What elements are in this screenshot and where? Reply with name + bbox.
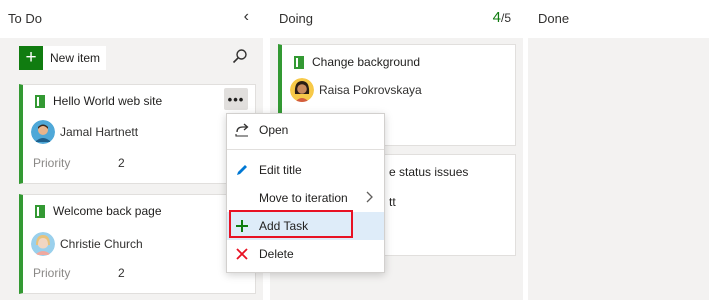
menu-item-move-to-iteration[interactable]: Move to iteration [227,184,384,212]
book-icon [294,55,304,69]
collapse-column-icon[interactable]: ‹ [244,8,249,26]
menu-item-delete[interactable]: Delete [227,240,384,268]
plus-icon [234,218,250,234]
menu-item-edit-title[interactable]: Edit title [227,156,384,184]
card-assignee: Christie Church [31,232,143,256]
column-title-done: Done [538,11,570,26]
x-icon [234,246,250,262]
column-todo: To Do ‹ + New item Hello World web site … [0,0,263,300]
menu-item-open[interactable]: Open [227,116,384,144]
priority-label: Priority [33,266,71,280]
card-title-text[interactable]: e status issues [389,165,468,179]
pencil-icon [234,162,250,178]
book-icon [35,94,45,108]
assignee-name: Jamal Hartnett [60,125,139,139]
card-assignee: Jamal Hartnett [31,120,138,144]
avatar [31,232,55,256]
card-title-text: Welcome back page [53,204,162,218]
menu-label: Edit title [259,163,302,177]
book-icon [35,204,45,218]
card-hello-world[interactable]: Hello World web site Jamal Hartnett Prio… [19,84,256,184]
assignee-name: tt [389,195,396,209]
avatar [290,78,314,102]
column-done: Done [528,0,709,300]
wip-limit: /5 [500,11,511,25]
new-item-button[interactable]: + New item [19,46,107,70]
column-title-todo: To Do [8,11,42,26]
card-welcome-back[interactable]: Welcome back page Christie Church Priori… [19,194,256,294]
share-arrow-icon [234,122,250,138]
wip-current: 4 [492,9,501,26]
search-icon[interactable] [232,48,248,67]
priority-label: Priority [33,156,71,170]
priority-value[interactable]: 2 [118,156,125,170]
column-title-doing: Doing [279,11,313,26]
card-title[interactable]: Welcome back page [35,204,162,218]
more-actions-button[interactable]: ••• [224,88,248,110]
menu-label: Open [259,123,289,137]
card-context-menu: Open Edit title Move to iteration Add Ta… [226,113,385,273]
plus-icon: + [19,46,43,70]
menu-label: Move to iteration [259,191,348,205]
menu-label: Delete [259,247,294,261]
column-header-doing: Doing 4/5 [270,0,523,38]
column-header-todo: To Do ‹ [0,0,263,38]
menu-divider [227,149,384,150]
assignee-name: Raisa Pokrovskaya [319,83,422,97]
card-assignee: Raisa Pokrovskaya [290,78,422,102]
menu-label: Add Task [259,219,309,233]
column-header-done: Done [528,0,709,38]
new-item-label: New item [50,51,101,65]
assignee-name: Christie Church [60,237,143,251]
card-title-text: Change background [312,55,421,69]
card-title-text: Hello World web site [53,94,163,108]
menu-item-add-task[interactable]: Add Task [227,212,384,240]
priority-value[interactable]: 2 [118,266,125,280]
chevron-right-icon [366,190,374,206]
card-title[interactable]: Change background [294,55,420,69]
avatar [31,120,55,144]
wip-limit-indicator: 4/5 [493,9,511,26]
card-title[interactable]: Hello World web site [35,94,162,108]
